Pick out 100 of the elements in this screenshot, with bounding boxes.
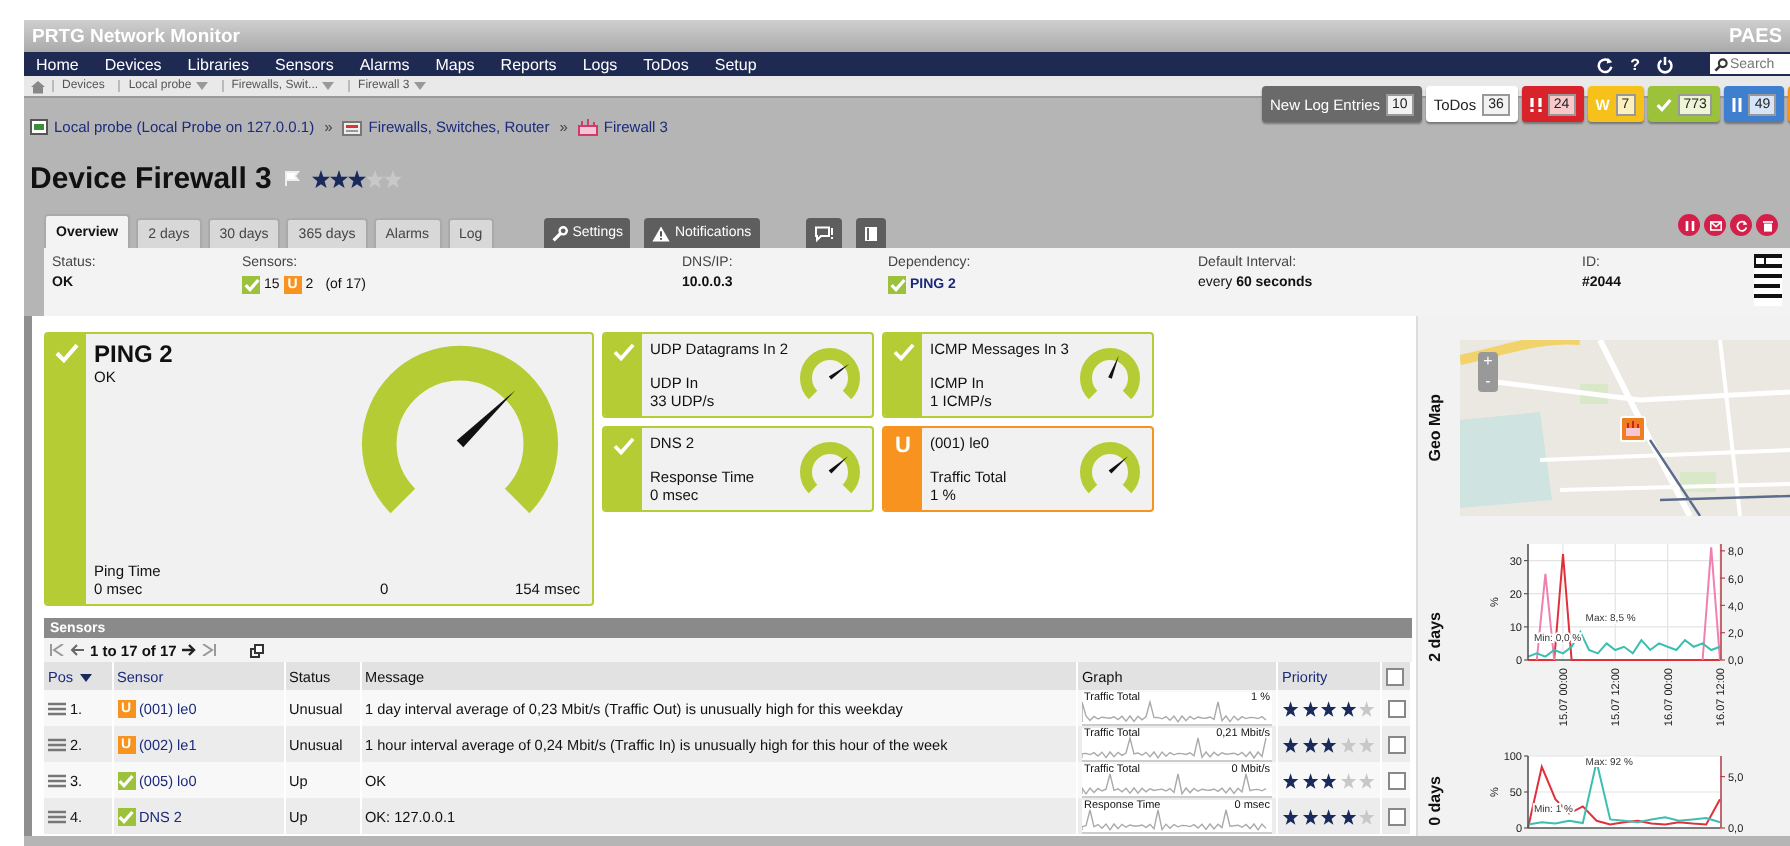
drag-handle-icon[interactable]	[48, 737, 66, 751]
star-icon[interactable]	[1339, 699, 1357, 717]
trash-icon	[1761, 219, 1773, 231]
refresh-button[interactable]	[1730, 214, 1752, 236]
star-icon[interactable]	[1339, 807, 1357, 825]
check-icon	[53, 342, 79, 364]
y-axis	[1523, 543, 1529, 661]
logo: PAES	[1729, 25, 1782, 47]
device-icon	[577, 117, 598, 135]
section-label: 2 days	[1426, 611, 1446, 661]
up-status-icon	[117, 807, 135, 825]
secondary-y-axis	[1719, 755, 1726, 829]
search-icon	[1714, 57, 1728, 71]
pause-icon	[1683, 219, 1695, 231]
drag-handle-icon[interactable]	[48, 773, 66, 787]
gauge-dial	[800, 441, 860, 492]
menu-item[interactable]: Libraries	[187, 55, 249, 73]
menu-item[interactable]: Logs	[582, 55, 618, 73]
star-icon[interactable]	[1320, 699, 1338, 717]
star-icon[interactable]	[1282, 807, 1300, 825]
menu-item[interactable]: Devices	[104, 55, 162, 73]
star-icon[interactable]	[1320, 735, 1338, 753]
caret-icon	[413, 82, 426, 90]
power-icon[interactable]	[1656, 55, 1674, 73]
sort-icon	[79, 673, 92, 681]
menu-item[interactable]: Alarms	[359, 55, 410, 73]
check-icon	[611, 436, 635, 456]
previous-page-icon[interactable]	[70, 644, 84, 656]
up-status-icon	[117, 771, 135, 789]
star-icon[interactable]	[1282, 735, 1300, 753]
menu-item[interactable]: ToDos	[643, 55, 689, 73]
gauge-dial	[800, 347, 860, 398]
caret-icon	[195, 82, 208, 90]
star-icon[interactable]	[1282, 771, 1300, 789]
qr-code-icon[interactable]	[1754, 254, 1782, 306]
select-all-checkbox[interactable]	[1386, 667, 1404, 686]
next-page-icon[interactable]	[182, 644, 197, 656]
home-icon[interactable]	[30, 79, 46, 93]
row-checkbox[interactable]	[1387, 771, 1405, 790]
comment-icon	[813, 225, 834, 241]
star-icon[interactable]	[1339, 735, 1357, 753]
sensor-name: PING 2	[94, 340, 175, 368]
menu-item[interactable]: Home	[36, 55, 79, 73]
star-icon[interactable]	[1358, 807, 1376, 825]
star-icon[interactable]	[1301, 699, 1319, 717]
comments-button[interactable]	[805, 218, 842, 248]
alert-icon	[1529, 97, 1542, 111]
envelope-icon	[1709, 219, 1721, 231]
first-page-icon[interactable]	[50, 644, 64, 656]
status-letter: U	[895, 436, 911, 462]
star-icon[interactable]	[1301, 807, 1319, 825]
star-icon[interactable]	[1358, 771, 1376, 789]
star-icon[interactable]	[1358, 699, 1376, 717]
check-icon	[1655, 97, 1672, 111]
star-icon[interactable]	[1301, 771, 1319, 789]
note-button[interactable]	[855, 218, 886, 248]
warning-icon	[652, 225, 671, 241]
wrench-icon	[552, 225, 569, 241]
up-status-icon	[888, 276, 906, 294]
drag-handle-icon[interactable]	[48, 701, 66, 715]
help-button[interactable]: ?	[1630, 55, 1640, 73]
menu-item[interactable]: Reports	[500, 55, 557, 73]
popout-icon[interactable]	[250, 643, 265, 657]
star-icon[interactable]	[365, 169, 384, 187]
star-icon[interactable]	[1320, 771, 1338, 789]
email-button[interactable]	[1704, 214, 1726, 236]
pause-button[interactable]	[1678, 214, 1700, 236]
star-icon[interactable]	[311, 169, 330, 187]
refresh-icon[interactable]	[1596, 55, 1615, 73]
section-label: Geo Map	[1426, 394, 1444, 462]
pause-icon	[1732, 97, 1743, 111]
gauge-dial	[1080, 441, 1140, 492]
menu-item[interactable]: Sensors	[274, 55, 334, 73]
row-checkbox[interactable]	[1387, 699, 1405, 718]
menu-item[interactable]: Setup	[714, 55, 757, 73]
map-marker[interactable]	[1620, 416, 1646, 442]
window-title: PRTG Network Monitor	[32, 25, 240, 47]
check-icon	[891, 342, 915, 362]
star-icon[interactable]	[1320, 807, 1338, 825]
note-icon	[863, 225, 878, 241]
row-checkbox[interactable]	[1387, 735, 1405, 754]
menu-item[interactable]: Maps	[435, 55, 475, 73]
last-page-icon[interactable]	[202, 644, 217, 656]
star-icon[interactable]	[1282, 699, 1300, 717]
row-checkbox[interactable]	[1387, 807, 1405, 826]
star-icon[interactable]	[329, 169, 348, 187]
star-icon[interactable]	[347, 169, 366, 187]
gauge-dial	[1080, 347, 1140, 398]
section-label: 0 days	[1426, 776, 1446, 826]
star-icon[interactable]	[1339, 771, 1357, 789]
secondary-y-axis	[1719, 543, 1726, 661]
star-icon[interactable]	[1358, 735, 1376, 753]
folder-icon	[342, 117, 363, 135]
delete-button[interactable]	[1756, 214, 1778, 236]
device-title: Device Firewall 3	[30, 161, 272, 195]
check-icon	[611, 342, 635, 362]
drag-handle-icon[interactable]	[48, 809, 66, 823]
up-status-icon	[242, 276, 260, 294]
refresh-icon	[1735, 219, 1747, 231]
star-icon[interactable]	[1301, 735, 1319, 753]
